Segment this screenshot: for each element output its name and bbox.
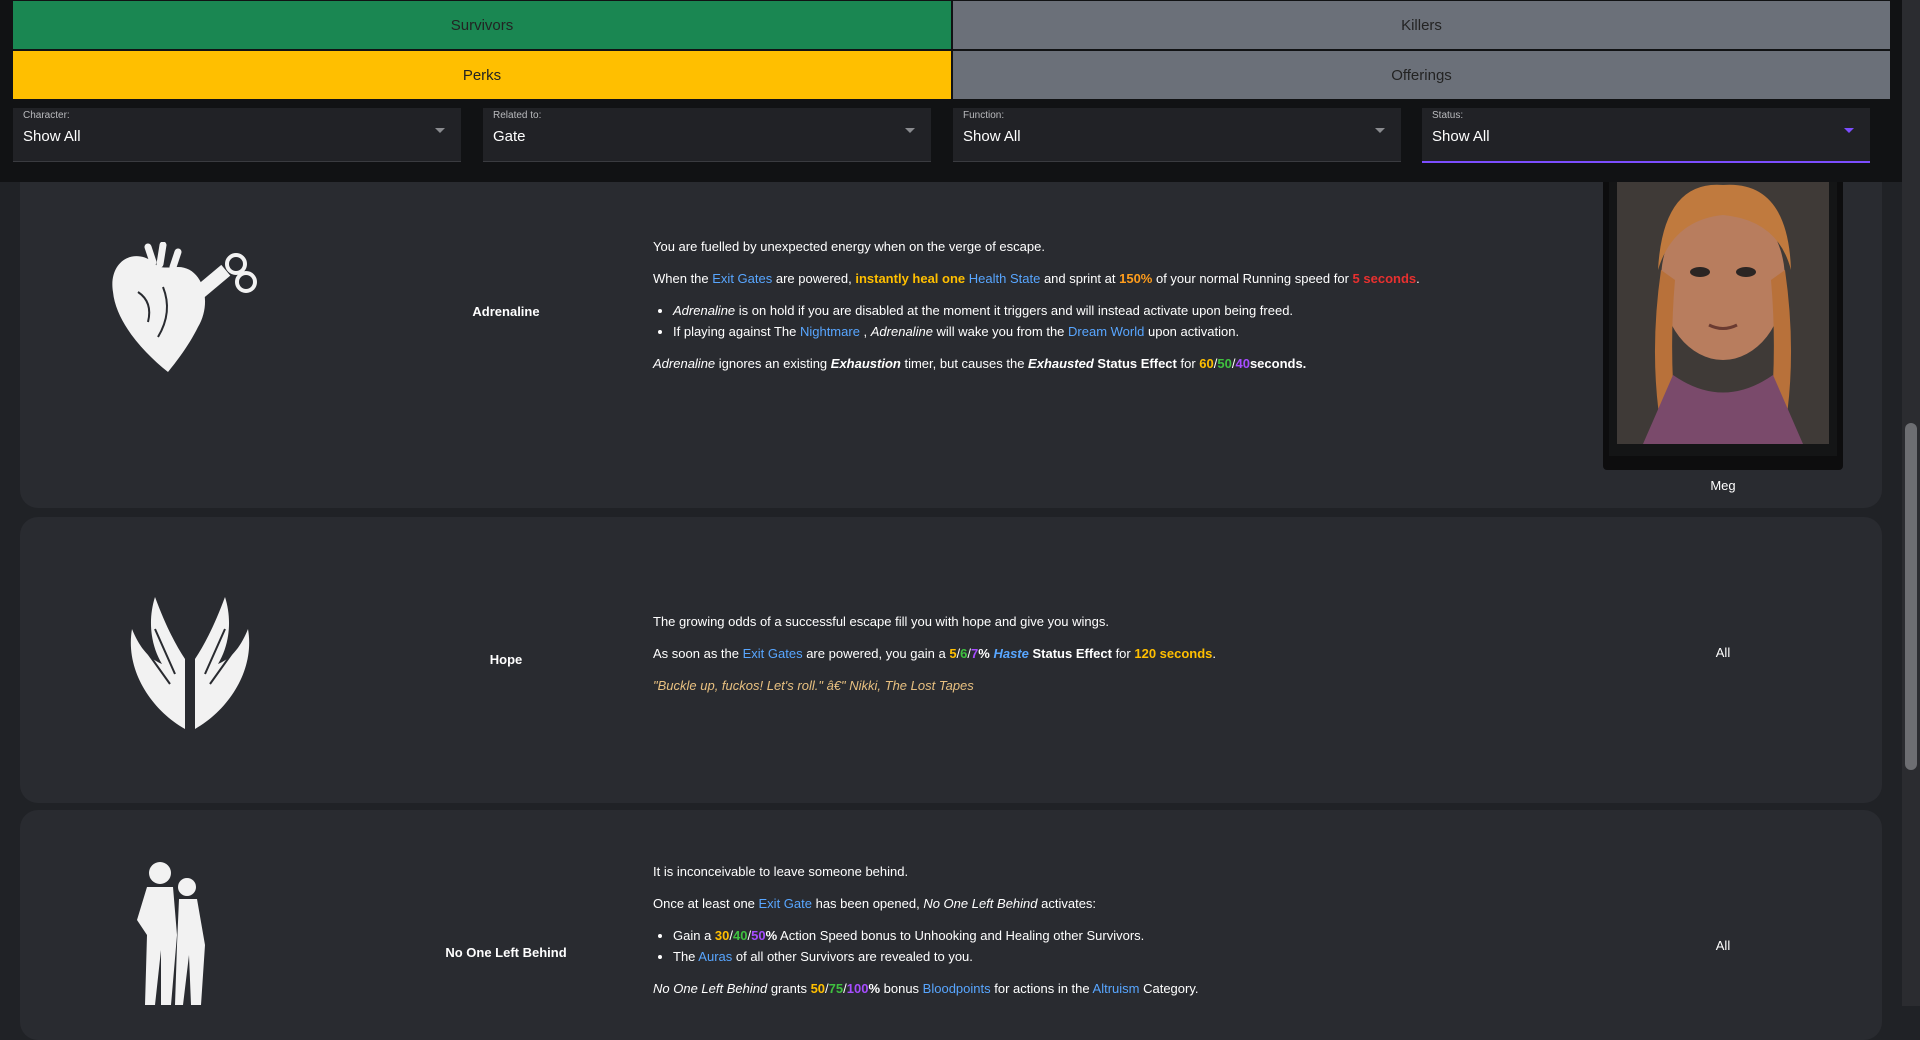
perk-effect: As soon as the Exit Gates are powered, y… bbox=[653, 646, 1217, 661]
bloodpoints-link[interactable]: Bloodpoints bbox=[923, 981, 991, 996]
perk-name: No One Left Behind bbox=[445, 945, 567, 960]
function-filter-select[interactable]: Function: Show All bbox=[953, 108, 1401, 162]
chevron-down-icon bbox=[1844, 128, 1854, 133]
nightmare-link[interactable]: Nightmare bbox=[800, 324, 860, 339]
perk-effect: When the Exit Gates are powered, instant… bbox=[653, 271, 1420, 286]
character-name: All bbox=[1715, 938, 1731, 953]
hope-wings-icon bbox=[110, 589, 270, 739]
auras-link[interactable]: Auras bbox=[698, 949, 732, 964]
list-item: Gain a 30/40/50% Action Speed bonus to U… bbox=[673, 926, 1473, 945]
perk-description: The growing odds of a successful escape … bbox=[653, 612, 1473, 708]
perk-name: Adrenaline bbox=[472, 304, 540, 319]
scrollbar[interactable] bbox=[1902, 0, 1920, 1006]
health-state-link[interactable]: Health State bbox=[969, 271, 1041, 286]
filter-label: Function: bbox=[963, 110, 1005, 121]
filter-label: Character: bbox=[23, 110, 70, 121]
perk-quote: "Buckle up, fuckos! Let's roll." â€" Nik… bbox=[653, 678, 974, 693]
exit-gates-link[interactable]: Exit Gates bbox=[712, 271, 772, 286]
perk-bloodpoints-note: No One Left Behind grants 50/75/100% bon… bbox=[653, 981, 1199, 996]
filter-value: Show All bbox=[1432, 128, 1490, 145]
character-portrait bbox=[1603, 160, 1843, 470]
chevron-down-icon bbox=[1375, 128, 1385, 133]
perk-notes: Gain a 30/40/50% Action Speed bonus to U… bbox=[653, 926, 1473, 966]
tab-survivors[interactable]: Survivors bbox=[13, 1, 951, 49]
chevron-down-icon bbox=[435, 128, 445, 133]
adrenaline-heart-icon bbox=[98, 241, 258, 392]
list-item: If playing against The Nightmare , Adren… bbox=[673, 322, 1473, 341]
tab-perks[interactable]: Perks bbox=[13, 51, 951, 99]
exit-gate-link[interactable]: Exit Gate bbox=[759, 896, 812, 911]
perk-description: It is inconceivable to leave someone beh… bbox=[653, 862, 1473, 1011]
exit-gates-link[interactable]: Exit Gates bbox=[743, 646, 803, 661]
perk-exhaustion-note: Adrenaline ignores an existing Exhaustio… bbox=[653, 356, 1307, 371]
status-filter-select[interactable]: Status: Show All bbox=[1422, 108, 1870, 163]
filter-value: Show All bbox=[23, 128, 81, 145]
filter-value: Show All bbox=[963, 128, 1021, 145]
character-filter-select[interactable]: Character: Show All bbox=[13, 108, 461, 162]
tab-killers[interactable]: Killers bbox=[953, 1, 1890, 49]
filter-value: Gate bbox=[493, 128, 526, 145]
tab-offerings[interactable]: Offerings bbox=[953, 51, 1890, 99]
related-filter-select[interactable]: Related to: Gate bbox=[483, 108, 931, 162]
altruism-link[interactable]: Altruism bbox=[1093, 981, 1140, 996]
perk-intro: You are fuelled by unexpected energy whe… bbox=[653, 239, 1045, 254]
dream-world-link[interactable]: Dream World bbox=[1068, 324, 1144, 339]
perk-card-hope: Hope The growing odds of a successful es… bbox=[20, 517, 1882, 803]
chevron-down-icon bbox=[905, 128, 915, 133]
character-name: Meg bbox=[1710, 478, 1736, 493]
perk-effect: Once at least one Exit Gate has been ope… bbox=[653, 896, 1097, 911]
perk-name: Hope bbox=[489, 652, 523, 667]
character-name: All bbox=[1715, 645, 1731, 660]
top-navigation: Survivors Killers Perks Offerings Charac… bbox=[0, 0, 1902, 182]
list-item: The Auras of all other Survivors are rev… bbox=[673, 947, 1473, 966]
filter-label: Status: bbox=[1432, 110, 1464, 121]
perk-intro: The growing odds of a successful escape … bbox=[653, 614, 1109, 629]
filter-label: Related to: bbox=[493, 110, 542, 121]
scrollbar-thumb[interactable] bbox=[1905, 423, 1917, 770]
list-item: Adrenaline is on hold if you are disable… bbox=[673, 301, 1473, 320]
perk-intro: It is inconceivable to leave someone beh… bbox=[653, 864, 909, 879]
no-one-left-behind-icon bbox=[105, 855, 265, 1005]
perk-notes: Adrenaline is on hold if you are disable… bbox=[653, 301, 1473, 341]
perk-description: You are fuelled by unexpected energy whe… bbox=[653, 237, 1473, 386]
